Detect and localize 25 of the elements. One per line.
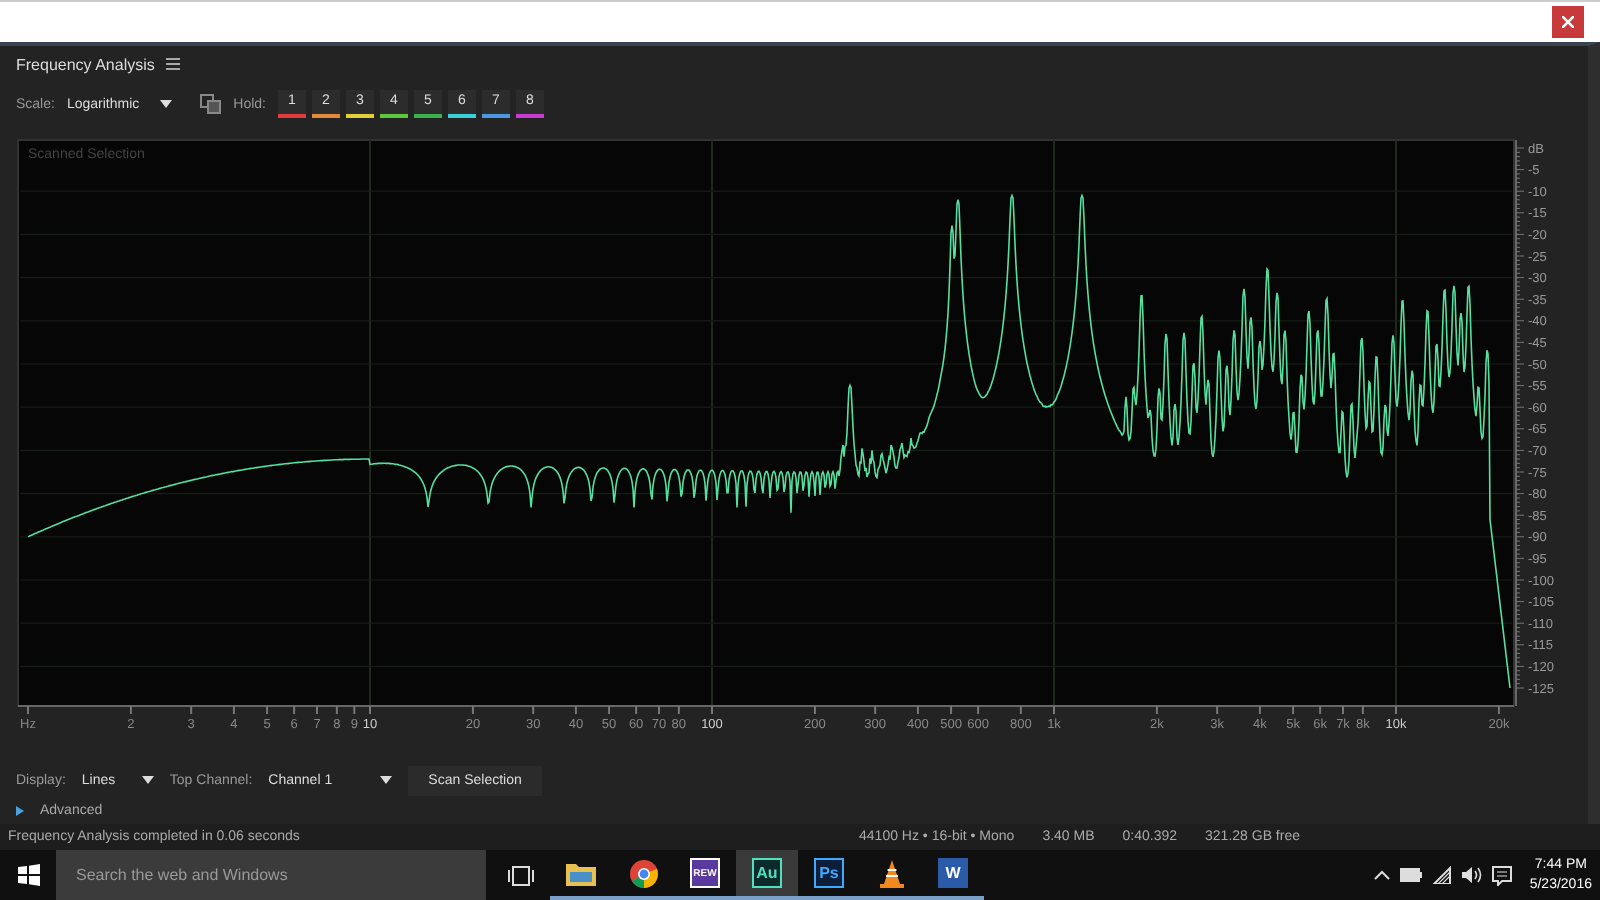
folder-icon [566,861,596,885]
notification-icon[interactable] [1491,865,1512,885]
traffic-cone-icon [879,859,903,887]
caret-icon [141,776,154,784]
audition-app-icon: Au [752,858,782,888]
search-field[interactable]: Search the web and Windows [56,850,486,900]
taskbar-app[interactable]: W [922,850,984,900]
close-icon [1562,16,1574,28]
close-button[interactable] [1552,6,1584,38]
photoshop-app-icon: Ps [814,858,844,888]
taskbar-app[interactable]: Au [736,850,798,900]
windows-logo-icon [17,864,39,886]
signal-icon[interactable] [1431,866,1452,884]
speaker-icon[interactable] [1461,866,1482,884]
caret-icon [380,776,393,784]
taskbar-app[interactable]: Ps [798,850,860,900]
caret-icon [159,100,172,108]
chevron-up-icon[interactable] [1373,870,1390,880]
menu-icon[interactable] [166,58,181,70]
battery-icon[interactable] [1399,868,1422,882]
panel-title: Frequency Analysis [16,55,155,73]
word-app-icon: W [938,858,968,888]
chrome-icon [629,859,657,887]
task-view-icon [507,865,533,885]
copy-icon[interactable] [199,94,222,114]
